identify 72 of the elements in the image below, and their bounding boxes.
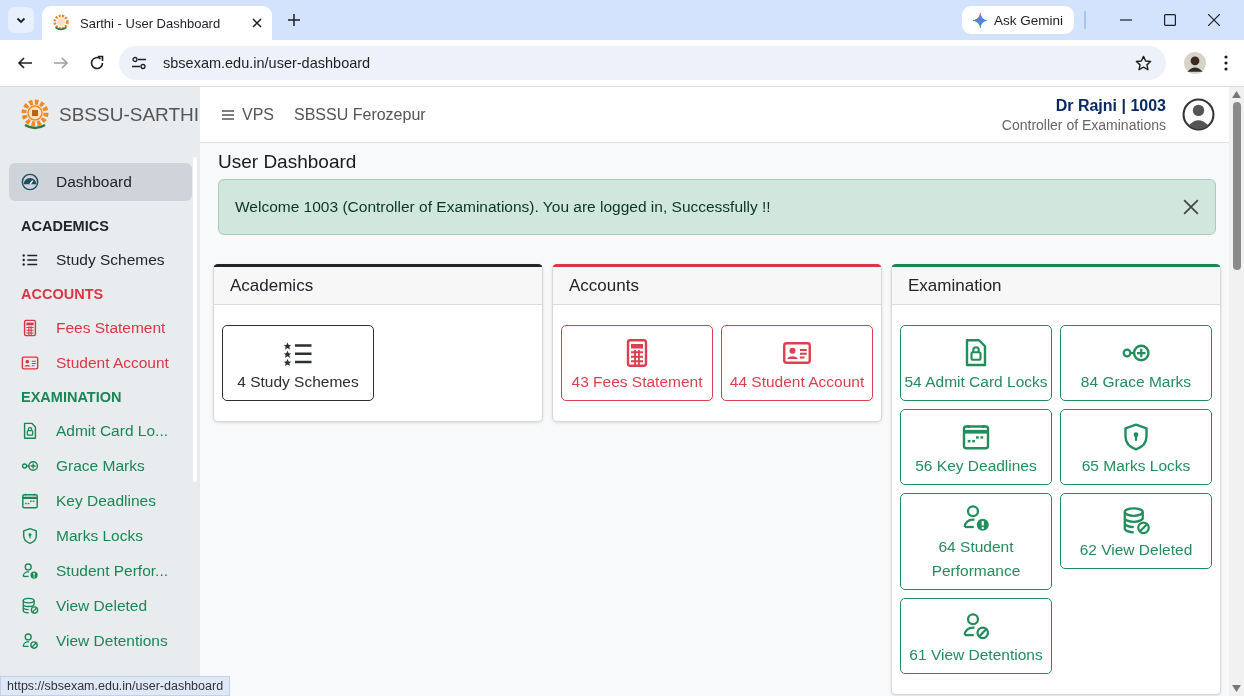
person-alert-icon [961,503,991,533]
sidebar-item[interactable]: Student Account [9,345,192,380]
tile-button[interactable]: 56 Key Deadlines [900,409,1052,485]
tile-button[interactable]: 44 Student Account [721,325,873,401]
sidebar-section-heading: EXAMINATION [20,388,123,407]
page-title: User Dashboard [218,151,358,173]
reload-icon[interactable] [89,55,105,71]
person-alert-icon [21,561,39,580]
panel-title: Accounts [569,275,639,296]
organization-link[interactable]: SBSSU Ferozepur [294,105,426,124]
gauge-icon [21,173,39,191]
shield-lock-icon [21,526,39,545]
brand-name: SBSSU-SARTHI [59,104,200,126]
scroll-down-icon[interactable] [1232,685,1241,692]
close-icon[interactable] [1183,199,1199,215]
back-icon[interactable] [17,55,33,71]
menu-icon[interactable] [1224,55,1228,71]
calendar-icon [961,422,991,452]
alert-message: Welcome 1003 (Controller of Examinations). You are logged in, Successfully !! [235,198,771,216]
ask-gemini-button[interactable]: Ask Gemini [961,6,1074,34]
id-card-icon [21,353,39,372]
new-tab-icon[interactable] [288,14,300,26]
sidebar-item[interactable]: View Detentions [9,623,192,658]
profile-avatar-icon[interactable] [1184,52,1206,74]
file-lock-icon [21,421,39,440]
tile-button[interactable]: 65 Marks Locks [1060,409,1212,485]
tile-button[interactable]: 84 Grace Marks [1060,325,1212,401]
sparkle-icon [972,12,988,28]
close-icon[interactable] [252,18,262,28]
sidebar-item[interactable]: Student Perfor... [9,553,192,588]
tile-button[interactable]: 62 View Deleted [1060,493,1212,569]
logo-icon [19,99,51,131]
user-name: Dr Rajni | 1003 [1055,96,1166,115]
site-logo-icon [52,14,70,32]
forward-icon[interactable] [53,55,69,71]
shield-lock-icon [1121,422,1151,452]
sidebar-section-heading: ACADEMICS [20,217,110,236]
database-icon [1121,506,1151,536]
tile-button[interactable]: 43 Fees Statement [561,325,713,401]
sidebar-item[interactable]: Study Schemes [9,242,192,277]
sidebar-item[interactable]: Grace Marks [9,448,192,483]
user-avatar-icon[interactable] [1182,98,1215,131]
sidebar-item[interactable]: Admit Card Lo... [9,413,192,448]
tab-title: Sarthi - User Dashboard [80,15,222,31]
sidebar-item[interactable]: Key Deadlines [9,483,192,518]
close-icon[interactable] [1208,14,1220,26]
sidebar-item[interactable]: Fees Statement [9,310,192,345]
calendar-icon [21,491,39,510]
vps-link[interactable]: VPS [242,105,274,124]
person-blocked-icon [961,611,991,641]
person-blocked-icon [21,631,39,650]
user-role: Controller of Examinations [1001,116,1166,133]
tile-button[interactable]: 4 Study Schemes [222,325,374,401]
sidebar-section-heading: ACCOUNTS [20,285,105,304]
panel-title: Academics [230,275,314,296]
panel-title: Examination [908,275,1002,296]
tile-button[interactable]: 54 Admit Card Locks [900,325,1052,401]
url-text: sbsexam.edu.in/user-dashboard [163,55,371,71]
tile-button[interactable]: 64 Student Performance [900,493,1052,590]
tab-list-button[interactable] [8,7,34,33]
calculator-icon [21,318,39,337]
sidebar-item[interactable]: Marks Locks [9,518,192,553]
sidebar-item[interactable]: Dashboard [9,163,192,201]
address-bar[interactable]: sbsexam.edu.in/user-dashboard [119,46,1166,80]
scroll-up-icon[interactable] [1232,91,1241,98]
database-icon [21,596,39,615]
status-url: https://sbsexam.edu.in/user-dashboard [0,676,231,696]
browser-tab[interactable]: Sarthi - User Dashboard [42,6,272,40]
sidebar-item[interactable]: View Deleted [9,588,192,623]
tile-button[interactable]: 61 View Detentions [900,598,1052,674]
star-icon[interactable] [1135,54,1152,72]
maximize-icon[interactable] [1164,14,1176,26]
